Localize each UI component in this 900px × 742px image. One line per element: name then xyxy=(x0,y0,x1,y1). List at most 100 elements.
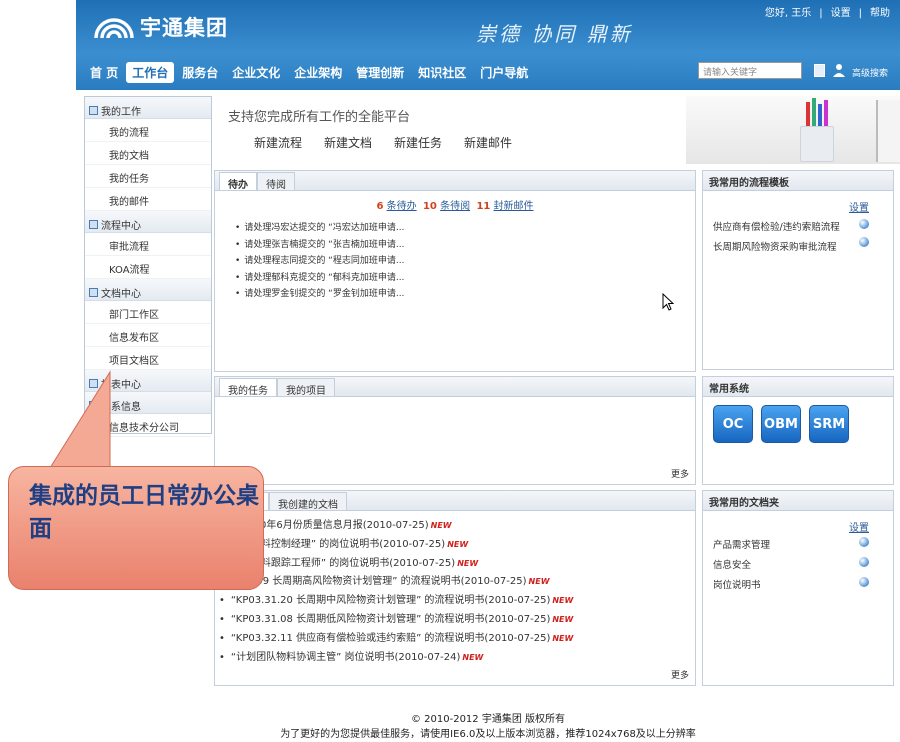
sidebar-item-it[interactable]: 信息技术分公司 xyxy=(85,414,211,437)
tab-to-read[interactable]: 待阅 xyxy=(257,172,295,191)
nav-workbench[interactable]: 工作台 xyxy=(126,62,175,83)
new-task-link[interactable]: 新建任务 xyxy=(394,134,442,151)
sidebar-group-label: 文档中心 xyxy=(101,288,141,300)
sidebar-item-my-tasks[interactable]: 我的任务 xyxy=(85,165,211,188)
obm-system-button[interactable]: OBM xyxy=(761,405,801,443)
header-banner: 宇通集团 崇德 协同 鼎新 您好, 王乐 | 设置 | 帮助 首 页 工作台 服务台 企… xyxy=(76,0,900,90)
more-link[interactable]: 更多 xyxy=(671,668,689,681)
sidebar-item-publish[interactable]: 信息发布区 xyxy=(85,324,211,347)
todo-link[interactable]: 条待办 xyxy=(387,201,417,212)
collapse-icon xyxy=(89,378,98,388)
search-input[interactable]: 请输入关键字 xyxy=(698,62,802,79)
sidebar-group-reports[interactable]: 报表中心 xyxy=(85,370,211,392)
sidebar-group-my-work[interactable]: 我的工作 xyxy=(85,97,211,119)
doc-item[interactable]: 团队物料控制经理” 的岗位说明书(2010-07-25)NEW xyxy=(219,536,695,555)
folders-title: 我常用的文档夹 xyxy=(703,491,893,511)
document-icon[interactable] xyxy=(814,64,825,77)
sidebar-group-process[interactable]: 流程中心 xyxy=(85,211,211,233)
sidebar-item-my-mail[interactable]: 我的邮件 xyxy=(85,188,211,211)
folders-setting-link[interactable]: 设置 xyxy=(849,519,869,534)
quick-actions: 新建流程 新建文档 新建任务 新建邮件 xyxy=(254,134,512,151)
doc-item[interactable]: 团队物料跟踪工程师” 的岗位说明书(2010-07-25)NEW xyxy=(219,555,695,574)
pen-icon xyxy=(818,104,822,128)
doc-item[interactable]: 师2010年6月份质量信息月报(2010-07-25)NEW xyxy=(219,517,695,536)
todo-panel: 待办 待阅 6 条待办 10 条待阅 11 封新邮件 请处理冯宏达提交的 “冯宏… xyxy=(214,170,696,372)
tab-my-created-docs[interactable]: 我创建的文档 xyxy=(269,492,347,511)
todo-tabs: 待办 待阅 xyxy=(215,171,695,191)
doc-item[interactable]: “KP03.31.08 长周期低风险物资计划管理” 的流程说明书(2010-07… xyxy=(219,611,695,630)
todo-item[interactable]: 请处理张吉楠提交的 “张吉楠加班申请... xyxy=(235,237,695,254)
globe-icon[interactable] xyxy=(859,237,869,247)
doc-item[interactable]: “计划团队物料协调主管” 岗位说明书(2010-07-24)NEW xyxy=(219,649,695,668)
nav-structure[interactable]: 企业架构 xyxy=(288,62,348,83)
sidebar-item-project[interactable]: 项目文档区 xyxy=(85,347,211,370)
globe-icon[interactable] xyxy=(859,557,869,567)
nav-innovation[interactable]: 管理创新 xyxy=(350,62,410,83)
tab-my-tasks[interactable]: 我的任务 xyxy=(219,378,277,397)
advanced-search-link[interactable]: 高级搜索 xyxy=(852,66,888,79)
globe-icon[interactable] xyxy=(859,219,869,229)
templates-title: 我常用的流程模板 xyxy=(703,171,893,191)
nav-home[interactable]: 首 页 xyxy=(84,62,124,83)
sidebar-item-approval[interactable]: 审批流程 xyxy=(85,233,211,256)
monitor-icon xyxy=(876,100,900,162)
user-icon[interactable] xyxy=(833,63,845,77)
mail-link[interactable]: 封新邮件 xyxy=(494,201,534,212)
copyright: © 2010-2012 宇通集团 版权所有 xyxy=(410,714,566,725)
folder-item[interactable]: 信息安全 xyxy=(713,557,883,571)
sidebar-item-my-process[interactable]: 我的流程 xyxy=(85,119,211,142)
nav-culture[interactable]: 企业文化 xyxy=(226,62,286,83)
new-badge: NEW xyxy=(447,539,469,549)
toread-link[interactable]: 条待阅 xyxy=(440,201,470,212)
banner-pens-image xyxy=(686,96,900,164)
new-badge: NEW xyxy=(462,652,484,662)
templates-setting-link[interactable]: 设置 xyxy=(849,199,869,214)
doc-title: 团队物料跟踪工程师” 的岗位说明书(2010-07-25) xyxy=(230,557,456,569)
systems-panel: 常用系统 OC OBM SRM xyxy=(702,376,894,485)
doc-item[interactable]: 3.31.09 长周期高风险物资计划管理” 的流程说明书(2010-07-25)… xyxy=(219,573,695,592)
pen-icon xyxy=(812,98,816,128)
todo-item[interactable]: 请处理罗金钊提交的 “罗金钊加班申请... xyxy=(235,286,695,303)
main-nav: 首 页 工作台 服务台 企业文化 企业架构 管理创新 知识社区 门户导航 xyxy=(84,62,536,83)
tab-todo[interactable]: 待办 xyxy=(219,172,257,191)
nav-portal[interactable]: 门户导航 xyxy=(474,62,534,83)
settings-link[interactable]: 设置 xyxy=(831,8,851,19)
more-link[interactable]: 更多 xyxy=(671,467,689,480)
todo-item[interactable]: 请处理程志同提交的 “程志同加班申请... xyxy=(235,253,695,270)
srm-system-button[interactable]: SRM xyxy=(809,405,849,443)
doc-item[interactable]: “KP03.31.20 长周期中风险物资计划管理” 的流程说明书(2010-07… xyxy=(219,592,695,611)
todo-count: 6 xyxy=(376,201,384,212)
sidebar-group-system[interactable]: 体系信息 xyxy=(85,392,211,414)
new-process-link[interactable]: 新建流程 xyxy=(254,134,302,151)
folder-item[interactable]: 产品需求管理 xyxy=(713,537,883,551)
todo-item[interactable]: 请处理郁科克提交的 “郁科克加班申请... xyxy=(235,270,695,287)
template-item[interactable]: 长周期风险物资采购审批流程 xyxy=(713,239,883,253)
divider: | xyxy=(858,8,862,19)
sidebar-item-koa[interactable]: KOA流程 xyxy=(85,256,211,279)
folder-item[interactable]: 岗位说明书 xyxy=(713,577,883,591)
task-tabs: 我的任务 我的项目 xyxy=(215,377,695,397)
logo-arc-icon xyxy=(94,18,134,39)
mail-count: 11 xyxy=(476,201,491,212)
nav-service[interactable]: 服务台 xyxy=(176,62,224,83)
systems-title: 常用系统 xyxy=(703,377,893,397)
collapse-icon xyxy=(89,287,98,297)
sidebar-item-my-docs[interactable]: 我的文档 xyxy=(85,142,211,165)
help-link[interactable]: 帮助 xyxy=(870,8,890,19)
sidebar-group-docs[interactable]: 文档中心 xyxy=(85,279,211,301)
nav-knowledge[interactable]: 知识社区 xyxy=(412,62,472,83)
mouse-cursor-icon xyxy=(662,293,674,311)
template-item[interactable]: 供应商有偿检验/违约索赔流程 xyxy=(713,219,883,233)
new-doc-link[interactable]: 新建文档 xyxy=(324,134,372,151)
sidebar-item-dept[interactable]: 部门工作区 xyxy=(85,301,211,324)
new-mail-link[interactable]: 新建邮件 xyxy=(464,134,512,151)
new-badge: NEW xyxy=(552,633,574,643)
globe-icon[interactable] xyxy=(859,577,869,587)
todo-item[interactable]: 请处理冯宏达提交的 “冯宏达加班申请... xyxy=(235,220,695,237)
doc-item[interactable]: “KP03.32.11 供应商有偿检验或违约索赔” 的流程说明书(2010-07… xyxy=(219,630,695,649)
oc-system-button[interactable]: OC xyxy=(713,405,753,443)
logo[interactable]: 宇通集团 xyxy=(92,12,228,42)
doc-title: “KP03.31.20 长周期中风险物资计划管理” 的流程说明书(2010-07… xyxy=(230,595,551,607)
tab-my-projects[interactable]: 我的项目 xyxy=(277,378,335,397)
globe-icon[interactable] xyxy=(859,537,869,547)
